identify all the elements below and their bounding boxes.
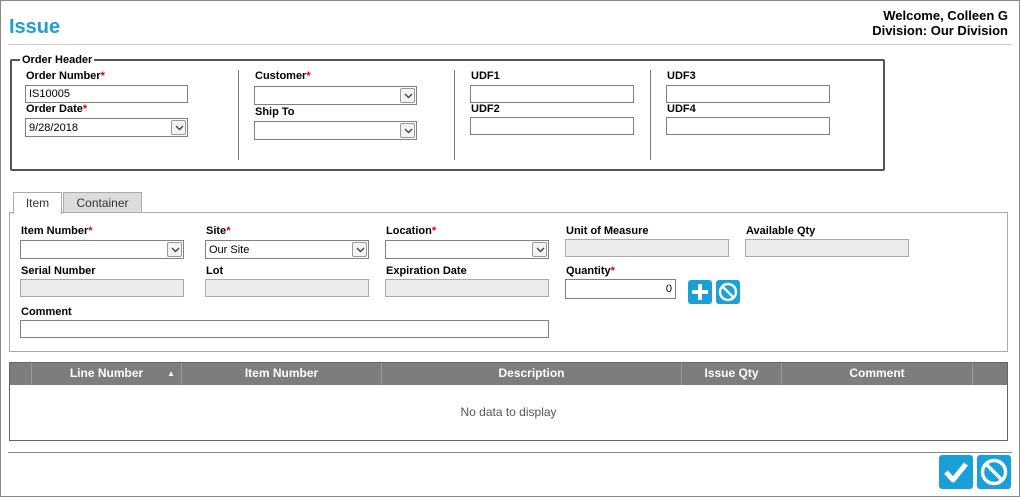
- column-header-issue-qty[interactable]: Issue Qty: [682, 363, 782, 385]
- sort-ascending-icon: ▲: [167, 369, 175, 378]
- customer-select[interactable]: [254, 86, 417, 105]
- column-divider: [650, 70, 651, 160]
- item-number-label: Item Number*: [21, 225, 93, 237]
- order-date-label: Order Date*: [26, 103, 88, 115]
- grid-select-column: [10, 363, 32, 385]
- submit-button[interactable]: [939, 455, 973, 489]
- unit-of-measure-label: Unit of Measure: [566, 225, 649, 237]
- udf1-input[interactable]: [470, 85, 634, 103]
- welcome-text: Welcome, Colleen G: [883, 8, 1008, 23]
- quantity-label: Quantity*: [566, 265, 615, 277]
- checkmark-icon: [944, 462, 968, 483]
- lot-label: Lot: [206, 265, 224, 277]
- site-value: Our Site: [209, 244, 250, 256]
- lot-field: [205, 279, 369, 297]
- site-label: Site*: [206, 225, 231, 237]
- chevron-down-icon[interactable]: [532, 242, 547, 257]
- expiration-date-field: [385, 279, 549, 297]
- site-select[interactable]: Our Site: [205, 240, 369, 259]
- comment-input[interactable]: [20, 320, 549, 338]
- udf3-label: UDF3: [667, 70, 696, 82]
- add-line-button[interactable]: [688, 280, 712, 304]
- chevron-down-icon[interactable]: [400, 123, 415, 138]
- available-qty-label: Available Qty: [746, 225, 816, 237]
- grid-empty-message: No data to display: [460, 405, 557, 419]
- footer-divider: [8, 452, 1012, 453]
- expiration-date-label: Expiration Date: [386, 265, 467, 277]
- order-date-value: 9/28/2018: [29, 122, 78, 134]
- order-number-label: Order Number*: [26, 70, 105, 82]
- customer-label: Customer*: [255, 70, 311, 82]
- chevron-down-icon[interactable]: [167, 242, 182, 257]
- udf1-label: UDF1: [471, 70, 500, 82]
- column-header-line-number[interactable]: Line Number ▲: [32, 363, 182, 385]
- udf4-label: UDF4: [667, 103, 696, 115]
- serial-number-label: Serial Number: [21, 265, 96, 277]
- ship-to-select[interactable]: [254, 121, 417, 140]
- column-header-item-number[interactable]: Item Number: [182, 363, 382, 385]
- header-divider: [8, 44, 1012, 45]
- ship-to-label: Ship To: [255, 106, 295, 118]
- cancel-icon: [980, 458, 1008, 486]
- cancel-icon: [718, 282, 738, 302]
- tab-container[interactable]: Container: [63, 192, 142, 213]
- chevron-down-icon[interactable]: [171, 120, 186, 135]
- comment-label: Comment: [21, 306, 72, 318]
- chevron-down-icon[interactable]: [352, 242, 367, 257]
- location-label: Location*: [386, 225, 437, 237]
- quantity-input[interactable]: [565, 279, 676, 299]
- chevron-down-icon[interactable]: [400, 88, 415, 103]
- plus-icon: [692, 284, 708, 300]
- udf4-input[interactable]: [666, 117, 830, 135]
- udf2-label: UDF2: [471, 103, 500, 115]
- available-qty-field: [745, 239, 909, 257]
- column-header-comment[interactable]: Comment: [782, 363, 973, 385]
- order-date-picker[interactable]: 9/28/2018: [25, 118, 188, 137]
- cancel-button[interactable]: [977, 455, 1011, 489]
- location-select[interactable]: [385, 240, 549, 259]
- order-header-group: Order Header: [10, 54, 885, 171]
- page-title: Issue: [9, 16, 61, 38]
- udf3-input[interactable]: [666, 85, 830, 103]
- order-header-legend: Order Header: [22, 54, 93, 66]
- tab-item[interactable]: Item: [13, 192, 62, 214]
- serial-number-field: [20, 279, 184, 297]
- order-number-input[interactable]: [25, 85, 188, 103]
- unit-of-measure-field: [565, 239, 729, 257]
- division-text: Division: Our Division: [872, 23, 1008, 38]
- column-header-description[interactable]: Description: [382, 363, 682, 385]
- item-number-select[interactable]: [20, 240, 184, 259]
- column-divider: [238, 70, 239, 160]
- column-divider: [454, 70, 455, 160]
- udf2-input[interactable]: [470, 117, 634, 135]
- issue-lines-grid: Line Number ▲ Item Number Description Is…: [9, 362, 1008, 441]
- grid-header: Line Number ▲ Item Number Description Is…: [10, 363, 1007, 385]
- clear-line-button[interactable]: [716, 280, 740, 304]
- user-info: Welcome, Colleen G Division: Our Divisio…: [872, 8, 1008, 38]
